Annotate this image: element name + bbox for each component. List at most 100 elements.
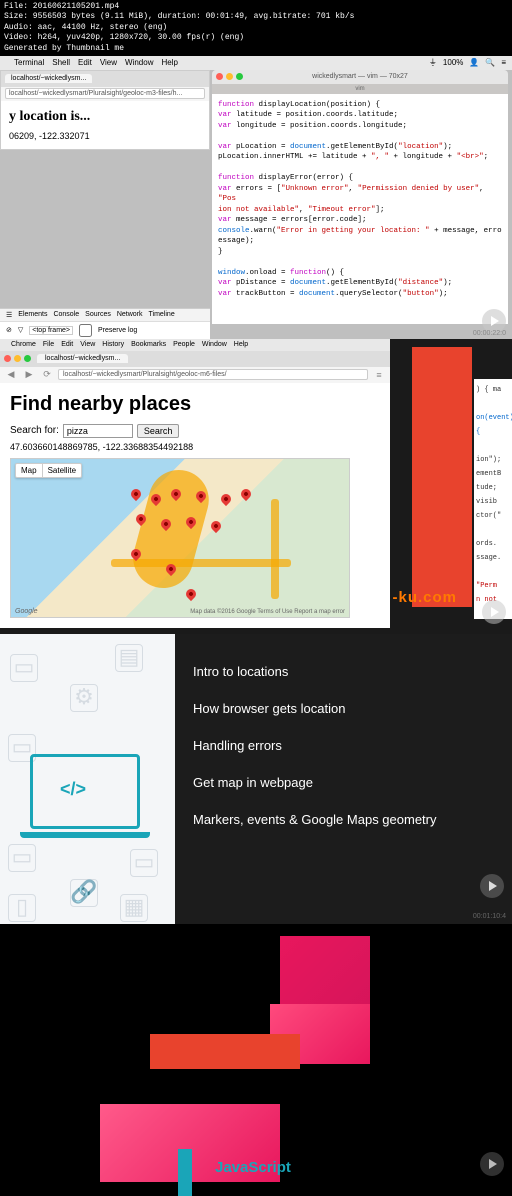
road xyxy=(271,499,279,599)
menu-help[interactable]: Help xyxy=(161,58,177,67)
dt-tab-network[interactable]: Network xyxy=(117,311,143,319)
meta-size: Size: 9556503 bytes (9.11 MiB), duration… xyxy=(4,12,508,22)
menu-edit[interactable]: Edit xyxy=(61,341,73,348)
menu-window[interactable]: Window xyxy=(125,58,153,67)
dt-tab-elements[interactable]: Elements xyxy=(18,311,47,319)
file-icon: ▤ xyxy=(115,644,143,672)
play-button[interactable] xyxy=(482,600,506,624)
user-icon[interactable]: 👤 xyxy=(469,58,479,67)
mac-menubar: Terminal Shell Edit View Window Help ⏚ 1… xyxy=(0,56,512,70)
browser-tabstrip: localhost/~wickedlysm... xyxy=(1,71,209,87)
close-icon[interactable] xyxy=(4,355,11,362)
menu-edit[interactable]: Edit xyxy=(78,58,92,67)
menu-icon[interactable]: ≡ xyxy=(501,58,506,67)
play-button[interactable] xyxy=(480,1152,504,1176)
back-icon[interactable]: ◀ xyxy=(4,368,18,382)
terminal-subtab[interactable]: vim xyxy=(212,84,508,94)
meta-audio: Audio: aac, 44100 Hz, stereo (eng) xyxy=(4,23,508,33)
meta-gen: Generated by Thumbnail me xyxy=(4,44,508,54)
desktop-panel-1: Terminal Shell Edit View Window Help ⏚ 1… xyxy=(0,56,512,339)
html-icon: ▭ xyxy=(8,844,36,872)
dt-tab-timeline[interactable]: Timeline xyxy=(149,311,175,319)
reload-icon[interactable]: ⟳ xyxy=(40,368,54,382)
coords-text: 47.603660148869785, -122.33688354492188 xyxy=(10,442,380,452)
page-body: y location is... 06209, -122.332071 xyxy=(1,101,209,149)
dt-tab-console[interactable]: Console xyxy=(53,311,79,319)
menu-shell[interactable]: Shell xyxy=(52,58,70,67)
search-row: Search for: Search xyxy=(10,424,380,438)
map-marker-icon[interactable] xyxy=(239,487,253,501)
satellite-button[interactable]: Satellite xyxy=(43,464,81,477)
browser-tab[interactable]: localhost/~wickedlysm... xyxy=(5,74,92,83)
chrome-window: Chrome File Edit View History Bookmarks … xyxy=(0,339,390,628)
wifi-icon[interactable]: ⏚ xyxy=(429,57,437,68)
places-page: Find nearby places Search for: Search 47… xyxy=(0,383,390,628)
brick-icon: ▦ xyxy=(120,894,148,922)
page-heading: Find nearby places xyxy=(10,393,380,416)
phone-icon: ▯ xyxy=(8,894,36,922)
browser-tab[interactable]: localhost/~wickedlysm... xyxy=(37,354,128,363)
battery-icon[interactable]: 100% xyxy=(443,58,463,67)
menu-view[interactable]: View xyxy=(100,58,117,67)
menu-file[interactable]: File xyxy=(43,341,54,348)
slide-panel-3: ▭ ▤ ⚙ ▭ ▭ ▭ 🔗 ▦ ▯ </> Intro to locations… xyxy=(0,634,512,924)
meta-video: Video: h264, yuv420p, 1280x720, 30.00 fp… xyxy=(4,33,508,43)
toc-item: Intro to locations xyxy=(193,664,494,679)
menu-bookmarks[interactable]: Bookmarks xyxy=(131,341,166,348)
map-marker-icon[interactable] xyxy=(209,519,223,533)
play-button[interactable] xyxy=(480,874,504,898)
devtools-toolbar: ⊘ ▽ <top frame> Preserve log xyxy=(0,322,210,339)
menu-view[interactable]: View xyxy=(80,341,95,348)
traffic-lights xyxy=(4,355,31,362)
forward-icon[interactable]: ▶ xyxy=(22,368,36,382)
menu-window[interactable]: Window xyxy=(202,341,227,348)
video-metadata-header: File: 20160621105201.mp4 Size: 9556503 b… xyxy=(0,0,512,56)
google-logo: Google xyxy=(15,608,38,615)
zoom-icon[interactable] xyxy=(24,355,31,362)
terminal-body[interactable]: function displayLocation(position) { var… xyxy=(212,94,508,324)
preserve-log-label: Preserve log xyxy=(98,327,137,334)
page-heading: y location is... xyxy=(9,109,201,125)
menu-help[interactable]: Help xyxy=(234,341,248,348)
url-field[interactable]: localhost/~wickedlysmart/Pluralsight/geo… xyxy=(5,88,205,99)
clear-icon[interactable]: ⊘ xyxy=(6,326,12,334)
spotlight-icon[interactable]: 🔍 xyxy=(485,58,495,67)
frame-select[interactable]: <top frame> xyxy=(29,326,73,335)
menu-chrome[interactable]: Chrome xyxy=(11,341,36,348)
watermark: -ku.com xyxy=(392,589,457,606)
menu-people[interactable]: People xyxy=(173,341,195,348)
jpg-icon: ▭ xyxy=(10,654,38,682)
menu-history[interactable]: History xyxy=(102,341,124,348)
hamburger-icon[interactable]: ☰ xyxy=(6,311,12,319)
preserve-log-checkbox[interactable] xyxy=(79,324,92,337)
coords-text: 06209, -122.332071 xyxy=(9,131,201,141)
search-button[interactable]: Search xyxy=(137,424,180,438)
toc-item: Handling errors xyxy=(193,738,494,753)
map-marker-icon[interactable] xyxy=(219,492,233,506)
menu-icon[interactable]: ≡ xyxy=(372,368,386,382)
dt-tab-sources[interactable]: Sources xyxy=(85,311,111,319)
close-icon[interactable] xyxy=(216,73,223,80)
search-label: Search for: xyxy=(10,425,59,436)
browser-window-left: localhost/~wickedlysm... localhost/~wick… xyxy=(0,70,210,150)
devtools-tabs: ☰ Elements Console Sources Network Timel… xyxy=(0,309,210,322)
map-button[interactable]: Map xyxy=(16,464,43,477)
map-marker-icon[interactable] xyxy=(129,487,143,501)
minimize-icon[interactable] xyxy=(226,73,233,80)
decorative-bar xyxy=(150,1034,300,1069)
exe-icon: ▭ xyxy=(130,849,158,877)
zoom-icon[interactable] xyxy=(236,73,243,80)
minimize-icon[interactable] xyxy=(14,355,21,362)
map-attribution: Map data ©2016 Google Terms of Use Repor… xyxy=(190,609,345,615)
map-marker-icon[interactable] xyxy=(184,587,198,601)
map-canvas[interactable]: Map Satellite Google Map data ©2016 Goog… xyxy=(10,458,350,618)
timecode: 00:01:10:4 xyxy=(473,913,506,920)
url-field[interactable]: localhost/~wickedlysmart/Pluralsight/geo… xyxy=(58,369,368,380)
code-icon: </> xyxy=(60,779,86,800)
toc-item: Get map in webpage xyxy=(193,775,494,790)
menu-terminal[interactable]: Terminal xyxy=(14,58,44,67)
search-input[interactable] xyxy=(63,424,133,438)
terminal-window: wickedlysmart — vim — 70x27 vim function… xyxy=(212,70,508,324)
filter-icon[interactable]: ▽ xyxy=(18,326,23,334)
toc-item: How browser gets location xyxy=(193,701,494,716)
